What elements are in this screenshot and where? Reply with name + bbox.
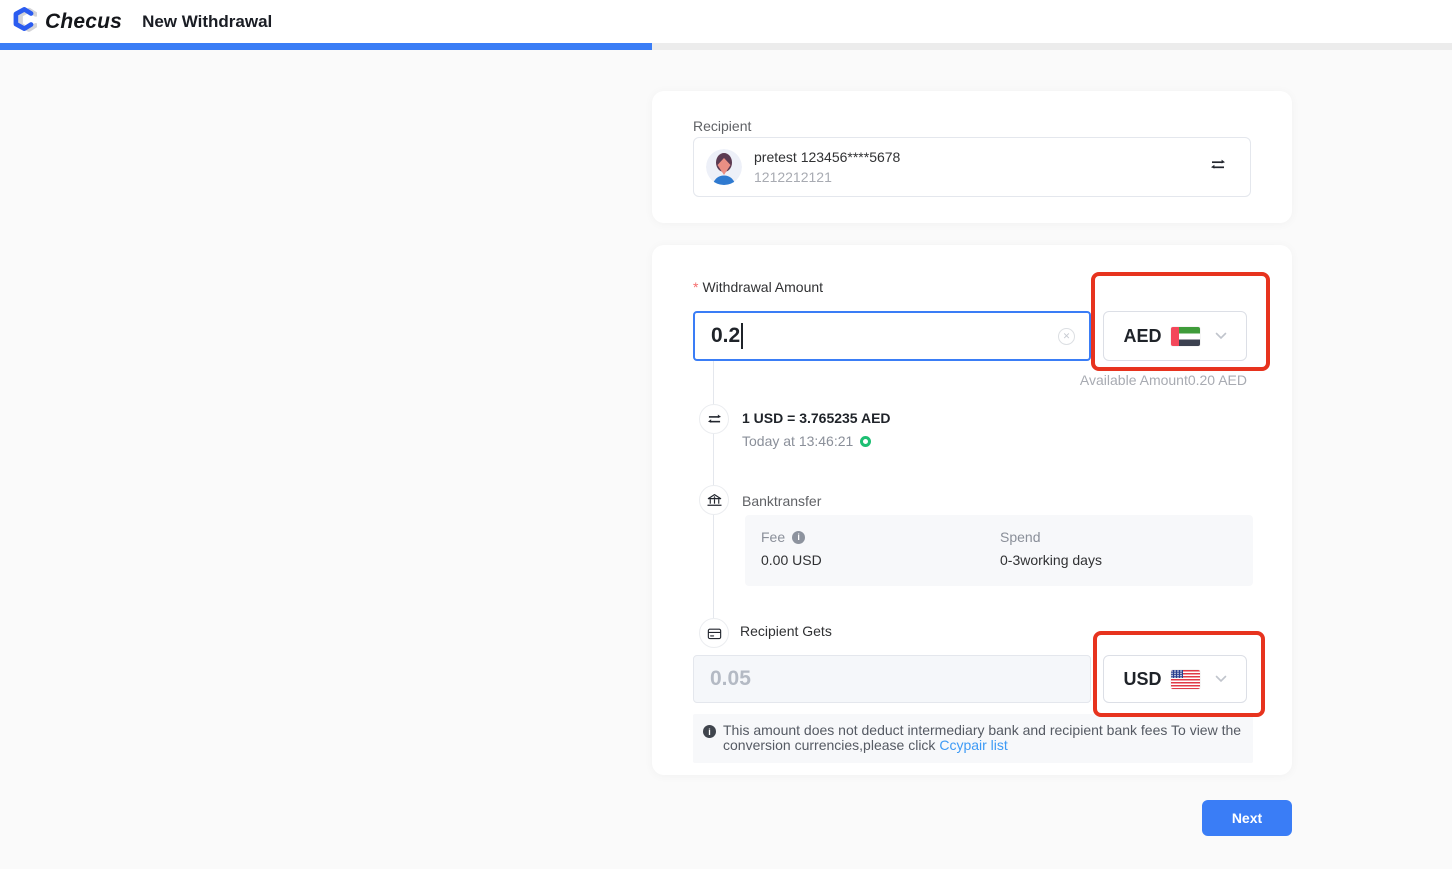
next-button[interactable]: Next bbox=[1202, 800, 1292, 836]
page-title: New Withdrawal bbox=[142, 12, 272, 32]
recipient-name: pretest 123456****5678 bbox=[754, 149, 900, 165]
usd-flag-icon bbox=[1171, 670, 1200, 689]
bank-card-icon bbox=[699, 618, 729, 648]
switch-recipient-icon[interactable] bbox=[1210, 158, 1226, 177]
withdrawal-form-card: *Withdrawal Amount 0.2 ✕ AED Available A… bbox=[652, 245, 1292, 775]
withdrawal-amount-label: *Withdrawal Amount bbox=[693, 279, 823, 295]
withdrawal-amount-label-text: Withdrawal Amount bbox=[702, 279, 823, 295]
fee-info-icon[interactable]: i bbox=[792, 531, 805, 544]
available-amount-hint: Available Amount0.20 AED bbox=[1080, 372, 1247, 388]
recipient-texts: pretest 123456****5678 1212212121 bbox=[754, 149, 900, 185]
brand-logo-icon bbox=[10, 4, 37, 39]
to-currency-code: USD bbox=[1123, 669, 1161, 690]
chevron-down-icon bbox=[1215, 327, 1227, 345]
recipient-label: Recipient bbox=[693, 118, 751, 134]
exchange-rate-icon bbox=[699, 404, 729, 434]
rate-refresh-icon bbox=[860, 436, 871, 447]
rate-time-text: Today at 13:46:21 bbox=[742, 433, 853, 449]
withdrawal-amount-value: 0.2 bbox=[711, 324, 740, 348]
from-currency-code: AED bbox=[1123, 326, 1161, 347]
recipient-account: 1212212121 bbox=[754, 169, 900, 185]
transfer-method-label: Banktransfer bbox=[742, 493, 821, 509]
spend-label: Spend bbox=[1000, 529, 1040, 545]
progress-bar-fill bbox=[0, 43, 652, 50]
recipient-gets-input[interactable]: 0.05 bbox=[693, 655, 1091, 703]
app-header: Checus New Withdrawal bbox=[0, 0, 1452, 43]
note-box: i This amount does not deduct intermedia… bbox=[693, 714, 1253, 763]
recipient-selector[interactable]: pretest 123456****5678 1212212121 bbox=[693, 137, 1251, 197]
withdrawal-amount-input[interactable]: 0.2 ✕ bbox=[693, 311, 1091, 361]
bank-icon bbox=[699, 485, 729, 515]
brand: Checus bbox=[10, 4, 122, 39]
brand-name: Checus bbox=[45, 10, 122, 34]
recipient-card: Recipient pretest 123456****5678 1212212… bbox=[652, 91, 1292, 223]
required-mark: * bbox=[693, 279, 698, 295]
from-currency-select[interactable]: AED bbox=[1103, 311, 1247, 361]
aed-flag-icon bbox=[1171, 327, 1200, 346]
to-currency-select[interactable]: USD bbox=[1103, 655, 1247, 703]
text-cursor bbox=[741, 323, 743, 349]
note-text: This amount does not deduct intermediary… bbox=[723, 723, 1245, 753]
progress-bar-track bbox=[0, 43, 1452, 50]
fee-box: Fee i 0.00 USD Spend 0-3working days bbox=[745, 515, 1253, 586]
chevron-down-icon bbox=[1215, 670, 1227, 688]
clear-icon[interactable]: ✕ bbox=[1058, 328, 1075, 345]
recipient-gets-value: 0.05 bbox=[710, 667, 751, 691]
recipient-avatar bbox=[706, 149, 742, 185]
note-info-icon: i bbox=[703, 725, 716, 738]
fee-value: 0.00 USD bbox=[761, 552, 822, 568]
recipient-gets-label: Recipient Gets bbox=[740, 623, 832, 639]
spend-value: 0-3working days bbox=[1000, 552, 1102, 568]
fee-column: Fee i 0.00 USD bbox=[761, 529, 822, 568]
fee-label-row: Fee i bbox=[761, 529, 822, 545]
spend-label-row: Spend bbox=[1000, 529, 1102, 545]
ccypair-list-link[interactable]: Ccypair list bbox=[939, 737, 1007, 753]
rate-time-row: Today at 13:46:21 bbox=[742, 433, 871, 449]
fee-label: Fee bbox=[761, 529, 785, 545]
exchange-rate-text: 1 USD = 3.765235 AED bbox=[742, 410, 891, 426]
spend-column: Spend 0-3working days bbox=[1000, 529, 1102, 568]
